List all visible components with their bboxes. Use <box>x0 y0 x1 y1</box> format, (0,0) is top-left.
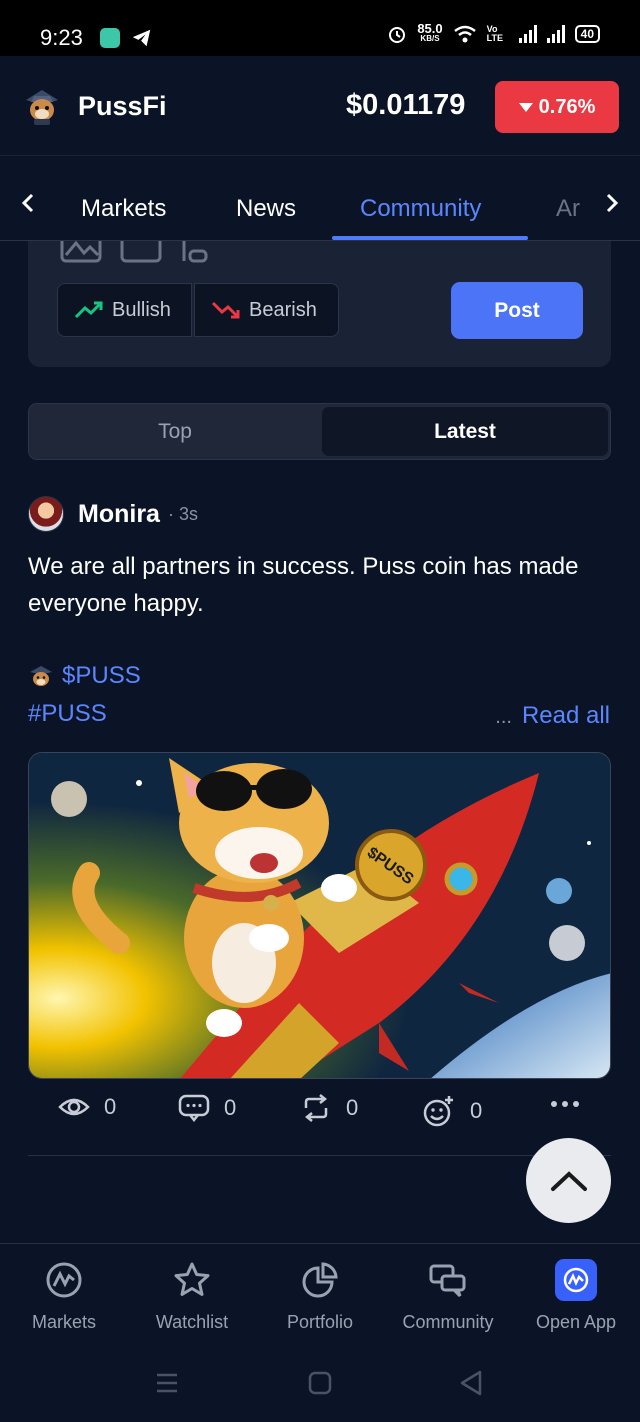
sort-latest-button[interactable]: Latest <box>322 407 608 456</box>
puss-token-logo-icon <box>26 90 58 125</box>
views-stat: 0 <box>58 1094 116 1120</box>
bullish-button[interactable]: Bullish <box>57 283 192 337</box>
app-logo-icon <box>554 1258 598 1302</box>
more-dots-icon <box>551 1101 579 1107</box>
tab-news[interactable]: News <box>236 195 296 223</box>
back-icon[interactable] <box>458 1369 484 1397</box>
more-options-button[interactable] <box>550 1100 580 1108</box>
post-token-tag[interactable]: $PUSS <box>28 662 141 690</box>
nav-watchlist[interactable]: Watchlist <box>128 1258 256 1333</box>
sort-top-button[interactable]: Top <box>29 404 321 459</box>
nav-markets[interactable]: Markets <box>0 1258 128 1333</box>
chevron-right-icon[interactable] <box>590 181 634 225</box>
read-all-link[interactable]: ... Read all <box>495 702 610 730</box>
price-change-value: 0.76% <box>538 95 596 118</box>
react-button[interactable]: 0 <box>422 1094 482 1128</box>
add-reaction-icon <box>423 1096 453 1127</box>
token-header: PussFi $0.01179 0.76% <box>0 56 640 156</box>
network-speed: 85.0 KB/S <box>417 21 443 43</box>
chevron-left-icon[interactable] <box>6 181 50 225</box>
volte-indicator: Vo LTE <box>486 24 503 43</box>
notification-app-icon <box>100 28 120 48</box>
feed-sort-toggle: Top Latest <box>28 403 611 460</box>
markets-icon <box>42 1258 86 1302</box>
post-body: We are all partners in success. Puss coi… <box>28 553 579 617</box>
repost-icon <box>304 1094 328 1122</box>
bearish-button[interactable]: Bearish <box>194 283 339 337</box>
status-time: 9:23 <box>40 25 83 50</box>
chat-bubbles-icon <box>426 1258 470 1302</box>
token-name: PussFi <box>78 91 167 121</box>
avatar[interactable] <box>28 496 64 532</box>
signal-icon <box>518 25 537 43</box>
wifi-icon <box>453 25 476 43</box>
active-tab-indicator <box>332 236 528 240</box>
nav-portfolio[interactable]: Portfolio <box>256 1258 384 1333</box>
post-button[interactable]: Post <box>451 282 583 339</box>
star-icon <box>170 1258 214 1302</box>
price-change-badge: 0.76% <box>495 81 619 133</box>
post-image[interactable]: $PUSS <box>28 752 611 1079</box>
author-name[interactable]: Monira <box>78 500 160 529</box>
tab-analysis[interactable]: Ar <box>556 195 580 223</box>
status-indicators: 85.0 KB/S Vo LTE 40 <box>387 21 600 44</box>
pie-chart-icon <box>298 1258 342 1302</box>
scroll-to-top-button[interactable] <box>526 1138 611 1223</box>
post-author-row: Monira · 3s <box>28 495 198 533</box>
eye-icon <box>58 1098 90 1116</box>
system-navigation-bar <box>0 1355 640 1422</box>
comment-icon <box>178 1094 210 1122</box>
tab-markets[interactable]: Markets <box>81 195 166 223</box>
home-icon[interactable] <box>308 1371 332 1395</box>
comment-button[interactable]: 0 <box>178 1094 236 1122</box>
puss-token-icon <box>30 666 52 686</box>
recents-icon[interactable] <box>155 1371 179 1395</box>
telegram-icon <box>132 29 151 47</box>
post-timestamp: · 3s <box>167 503 198 524</box>
trend-down-icon <box>211 301 240 319</box>
nav-community[interactable]: Community <box>384 1258 512 1333</box>
trend-up-icon <box>74 301 103 319</box>
alarm-icon <box>389 27 406 43</box>
post-stats: 0 0 0 0 <box>58 1094 598 1134</box>
bottom-navigation: Markets Watchlist Portfolio Community Op… <box>0 1243 640 1355</box>
token-tag-link[interactable]: $PUSS <box>62 662 141 690</box>
chevron-up-icon <box>550 1170 587 1191</box>
tab-community[interactable]: Community <box>360 195 481 223</box>
repost-button[interactable]: 0 <box>300 1094 358 1122</box>
battery-icon: 40 <box>574 25 600 43</box>
sentiment-selector: Bullish Bearish <box>57 283 339 337</box>
signal-icon-2 <box>546 25 565 43</box>
caret-down-icon <box>518 102 533 112</box>
cat-rocket-illustration: $PUSS <box>29 753 610 1078</box>
nav-open-app[interactable]: Open App <box>512 1258 640 1333</box>
token-price: $0.01179 <box>346 89 466 121</box>
post-divider <box>28 1155 611 1156</box>
section-tabs: Markets News Community Ar <box>0 157 640 241</box>
status-bar: 9:23 85.0 KB/S Vo LTE 40 <box>0 0 640 56</box>
hashtag-link[interactable]: #PUSS <box>28 700 107 728</box>
